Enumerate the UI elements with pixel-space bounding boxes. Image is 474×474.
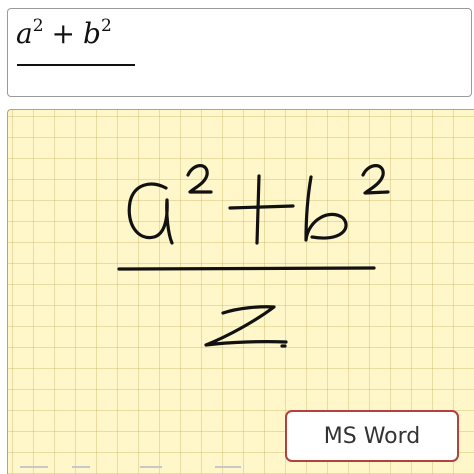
variable-a: a [16, 17, 33, 50]
recognized-math-preview: a2 + b2 [7, 8, 472, 97]
ink-stroke-exp-2-b [361, 164, 390, 195]
toolbar-item-1[interactable] [20, 466, 48, 474]
math-input-app: a2 + b2 MS Word [0, 0, 474, 474]
bottom-toolbar-edge [0, 466, 474, 474]
ms-word-button[interactable]: MS Word [285, 410, 459, 462]
toolbar-item-4[interactable] [215, 466, 241, 474]
ink-stroke-exp-2-a [186, 164, 213, 194]
recognized-numerator: a2 + b2 [16, 17, 112, 50]
exponent-a: 2 [32, 16, 44, 36]
exponent-b: 2 [100, 16, 112, 36]
fraction-bar [17, 64, 135, 66]
ink-stroke-plus-vertical [255, 174, 261, 245]
toolbar-item-2[interactable] [72, 466, 90, 474]
plus-operator: + [51, 17, 75, 50]
ink-stroke-fraction-line [117, 266, 376, 271]
ink-stroke-a [127, 182, 174, 245]
ink-stroke-plus-horizontal [228, 204, 295, 210]
toolbar-item-3[interactable] [140, 466, 162, 474]
variable-b: b [83, 17, 101, 50]
ink-stroke-denominator-2 [204, 305, 288, 347]
ink-stroke-b [304, 175, 348, 242]
